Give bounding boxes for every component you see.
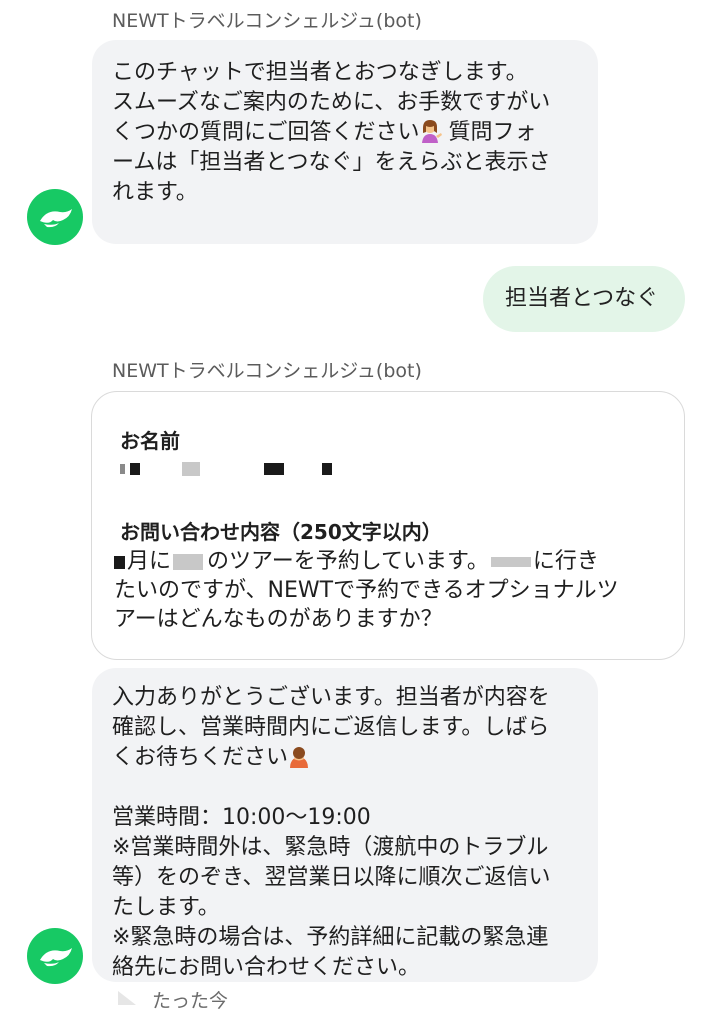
delivered-check-icon [118, 991, 136, 1005]
newt-logo-icon [40, 948, 72, 967]
message-text: 入力ありがとうございます。担当者が内容を 確認し、営業時間内にご返信します。しば… [112, 685, 550, 770]
message-timestamp: たった今 [152, 990, 229, 1012]
form-label-name: お名前 [120, 429, 180, 453]
form-value-inquiry: 月に のツアーを予約しています。 に行き たいのですが、NEWTで予約できるオプショ… [114, 549, 619, 632]
message-text: ※営業時間外は、緊急時（渡航中のトラブル 等）をのぞき、翌営業日以降に順次ご返信… [112, 835, 551, 980]
bot-message-bubble: 入力ありがとうございます。担当者が内容を 確認し、営業時間内にご返信します。しば… [92, 668, 598, 982]
form-value-name-redacted [114, 456, 662, 480]
business-hours-text: 営業時間：10:00〜19:00 [112, 805, 371, 830]
person-bowing-icon [288, 744, 310, 768]
bot-message-bubble: このチャットで担当者とおつなぎします。 スムーズなご案内のために、お手数ですがい… [92, 40, 598, 244]
bot-avatar [27, 189, 83, 245]
sender-name: NEWTトラベルコンシェルジュ(bot) [112, 10, 422, 32]
person-tipping-hand-icon [420, 119, 442, 143]
form-label-inquiry: お問い合わせ内容（250文字以内） [120, 520, 442, 544]
message-text: このチャットで担当者とおつなぎします。 [112, 60, 528, 85]
newt-logo-icon [40, 209, 72, 228]
bot-avatar [27, 928, 83, 984]
form-summary-card: お名前 お問い合わせ内容（250文字以内） 月に のツアーを予約しています。 に行き… [91, 391, 685, 660]
sender-name: NEWTトラベルコンシェルジュ(bot) [112, 360, 422, 382]
user-message-bubble: 担当者とつなぐ [483, 266, 685, 332]
